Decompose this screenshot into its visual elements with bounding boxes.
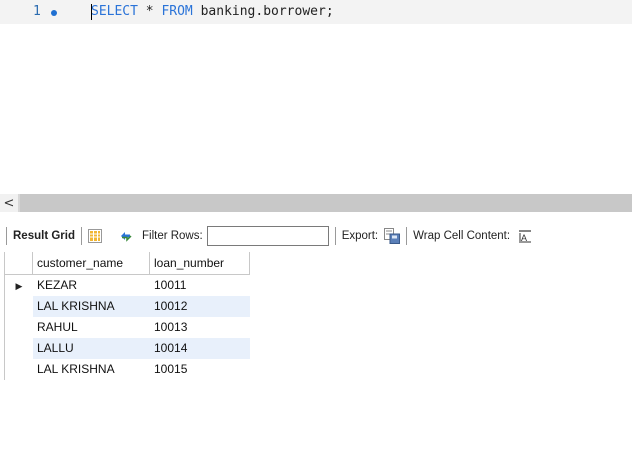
wrap-text-icon[interactable]: A	[518, 229, 532, 243]
cell-customer-name[interactable]: LAL KRISHNA	[33, 296, 150, 317]
toolbar-divider	[80, 227, 82, 245]
result-toolbar: Result Grid Filter Rows: Export: Wrap Ce…	[0, 222, 632, 250]
cell-loan-number[interactable]: 10014	[150, 338, 250, 359]
result-grid-tab[interactable]: Result Grid	[13, 230, 75, 242]
cell-loan-number[interactable]: 10013	[150, 317, 250, 338]
keyword-select: SELECT	[91, 4, 138, 19]
statement-marker-icon	[51, 10, 57, 16]
cell-customer-name[interactable]: RAHUL	[33, 317, 150, 338]
toolbar-divider	[334, 227, 336, 245]
grid-layout-icon[interactable]	[87, 229, 102, 243]
cell-loan-number[interactable]: 10011	[150, 275, 250, 296]
filter-rows-input[interactable]	[206, 226, 329, 246]
current-row-marker-icon[interactable]: ▶	[5, 275, 33, 296]
row-selector[interactable]	[5, 317, 33, 338]
cell-loan-number[interactable]: 10012	[150, 296, 250, 317]
scroll-left-button[interactable]: <	[0, 194, 18, 212]
result-grid[interactable]: customer_name loan_number ▶ KEZAR 10011 …	[4, 252, 250, 380]
grid-header-row: customer_name loan_number	[5, 252, 250, 275]
refresh-icon[interactable]	[118, 229, 134, 243]
table-row[interactable]: ▶ KEZAR 10011	[5, 275, 250, 296]
toolbar-divider	[406, 227, 408, 245]
text-caret	[91, 4, 92, 20]
row-selector[interactable]	[5, 359, 33, 380]
row-selector-header[interactable]	[5, 252, 33, 274]
table-row[interactable]: LALLU 10014	[5, 338, 250, 359]
scrollbar-track[interactable]	[20, 194, 632, 212]
column-header-loan-number[interactable]: loan_number	[150, 252, 250, 274]
cell-customer-name[interactable]: KEZAR	[33, 275, 150, 296]
scroll-left-icon: <	[3, 195, 15, 211]
cell-customer-name[interactable]: LAL KRISHNA	[33, 359, 150, 380]
sql-editor[interactable]: 1 SELECT * FROM banking.borrower;	[0, 0, 632, 194]
row-selector[interactable]	[5, 338, 33, 359]
export-label: Export:	[341, 230, 379, 242]
filter-rows-label: Filter Rows:	[141, 230, 203, 242]
line-number: 1	[33, 4, 41, 19]
code-table-name: banking.borrower;	[192, 4, 334, 19]
cell-customer-name[interactable]: LALLU	[33, 338, 150, 359]
toolbar-divider	[6, 227, 7, 245]
code-asterisk: *	[137, 4, 162, 19]
wrap-cell-content-label: Wrap Cell Content:	[413, 230, 511, 242]
sql-statement[interactable]: SELECT * FROM banking.borrower;	[91, 4, 334, 19]
table-row[interactable]: LAL KRISHNA 10015	[5, 359, 250, 380]
horizontal-scrollbar[interactable]: <	[0, 194, 632, 212]
export-icon[interactable]	[384, 228, 401, 244]
table-row[interactable]: LAL KRISHNA 10012	[5, 296, 250, 317]
keyword-from: FROM	[161, 4, 193, 19]
row-selector[interactable]	[5, 296, 33, 317]
table-row[interactable]: RAHUL 10013	[5, 317, 250, 338]
column-header-customer-name[interactable]: customer_name	[33, 252, 150, 274]
cell-loan-number[interactable]: 10015	[150, 359, 250, 380]
